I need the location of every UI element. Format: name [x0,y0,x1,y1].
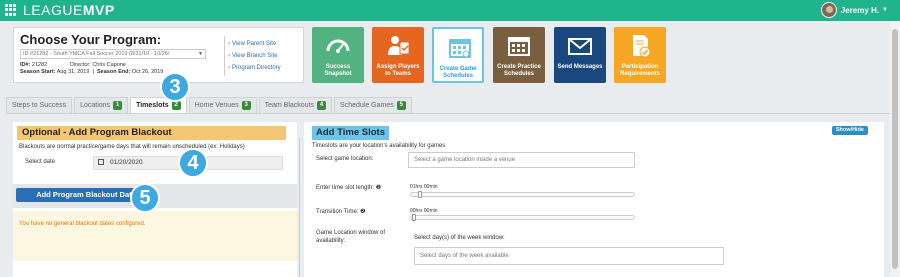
person-clipboard-icon [388,36,410,55]
count-badge: 3 [241,101,251,110]
window-label-line1: Game Location window of [316,230,386,236]
select-arrow-icon: ▼ [198,51,203,57]
document-check-icon [633,35,651,58]
tile-label: Create Game Schedules [439,66,477,79]
view-parent-site-link[interactable]: › View Parent Site [228,41,276,47]
page-scrollbar[interactable] [890,21,900,277]
calendar-icon [98,159,104,165]
window-label-line2: availability: [316,238,346,244]
time-slots-title: Add Time Slots [312,126,389,140]
count-badge: 4 [317,101,327,110]
tile-label: Assign Players to Teams [376,64,420,77]
transition-time-label: Transition Time: ❷ [316,209,366,215]
chevron-right-icon: › [228,65,230,71]
game-location-label: Select game location: [316,156,374,162]
tab-team-blackouts[interactable]: Team Blackouts 4 [258,97,333,113]
chevron-right-icon: › [228,53,230,59]
days-of-week-select[interactable]: Select days of the week available [414,247,724,265]
panel-divider [299,138,300,277]
chevron-right-icon: › [228,41,230,47]
tile-label: Send Messages [557,64,603,70]
calendar-icon [449,39,471,58]
tile-label: Create Practice Schedules [497,64,541,77]
send-messages-tile[interactable]: Send Messages [554,27,606,83]
chevron-down-icon: ▼ [882,7,888,13]
step-badge-5: 5 [130,183,160,213]
assign-players-tile[interactable]: Assign Players to Teams [372,27,424,83]
show-hide-button[interactable]: Show/Hide [831,126,868,135]
slot-length-value: 01hrs 00min [410,184,438,190]
scrollbar-thumb[interactable] [892,29,898,269]
days-label: Select day(s) of the week window: [414,235,505,241]
tab-home-venues[interactable]: Home Venues 3 [188,97,257,113]
create-game-schedules-tile[interactable]: Create Game Schedules [432,27,484,83]
count-badge: 1 [113,101,123,110]
envelope-icon [568,38,592,55]
blackout-description: Blackouts are normal practice/game days … [19,144,245,150]
user-menu[interactable]: Jeremy H. ▼ [820,2,888,18]
blackout-empty-notice: You have no general blackout dates confi… [13,211,297,261]
participation-requirements-tile[interactable]: Participation Requirements [614,27,666,83]
help-icon: ❷ [375,185,382,191]
count-badge: 2 [171,101,181,110]
success-snapshot-tile[interactable]: Success Snapshot [312,27,364,83]
slider-handle[interactable] [418,191,422,198]
program-title: Choose Your Program: [20,32,162,47]
view-branch-site-link[interactable]: › View Branch Site [228,53,278,59]
step-badge-4: 4 [178,148,208,178]
divider [224,36,225,76]
program-id: ID#: 21282 [20,62,48,68]
tab-bar: Steps to Success Locations 1 Timeslots 2 H… [6,97,414,113]
time-slots-description: Timeslots are your location's availabili… [312,143,446,149]
tab-locations[interactable]: Locations 1 [74,97,129,113]
count-badge: 5 [396,101,406,110]
help-icon: ❷ [360,209,366,215]
top-bar: LEAGUEMVP Jeremy H. ▼ [0,0,900,21]
tab-underline [6,113,890,114]
tab-steps-to-success[interactable]: Steps to Success [6,97,73,113]
game-location-select[interactable]: Select a game location inside a venue [408,152,635,168]
empty-notice-text: You have no general blackout dates confi… [19,221,146,227]
tile-label: Success Snapshot [324,64,352,77]
tab-schedule-games[interactable]: Schedule Games 5 [334,97,412,113]
program-select-value: ID #21282 - South YMCA Fall Soccer 2019 … [23,51,170,57]
step-badge-3: 3 [160,72,190,102]
apps-grid-icon[interactable] [5,4,17,16]
select-date-label: Select date [25,159,56,165]
create-practice-schedules-tile[interactable]: Create Practice Schedules [493,27,545,83]
program-card: Choose Your Program: ID #21282 - South Y… [13,27,304,83]
practice-calendar-icon [508,37,530,56]
app-logo[interactable]: LEAGUEMVP [5,2,115,18]
tile-label: Participation Requirements [619,64,660,77]
user-name: Jeremy H. [840,5,880,15]
blackout-title: Optional - Add Program Blackout [17,126,286,140]
transition-time-slider[interactable] [410,214,635,221]
program-select[interactable]: ID #21282 - South YMCA Fall Soccer 2019 … [20,49,206,59]
season-dates: Season Start: Aug 31, 2019 | Season End:… [20,69,164,75]
program-director: Director: Chris Capone [70,62,126,68]
slider-handle[interactable] [412,214,416,221]
gauge-icon [326,39,350,53]
program-directory-link[interactable]: › Program Directory [228,65,281,71]
slot-length-label: Enter time slot length: ❷ [316,185,382,191]
avatar [820,2,837,18]
slot-length-slider[interactable] [410,191,635,198]
add-time-slots-panel: Add Time Slots Show/Hide Timeslots are y… [304,122,884,277]
logo-text: LEAGUEMVP [23,2,115,18]
